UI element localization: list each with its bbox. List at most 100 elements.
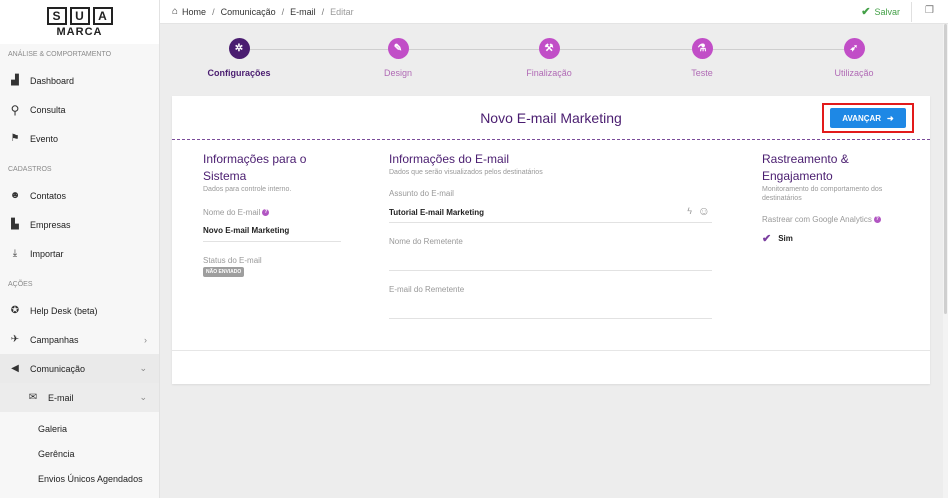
save-button[interactable]: ✔ Salvar xyxy=(861,5,900,18)
section-description: Dados que serão visualizados pelos desti… xyxy=(389,169,543,176)
step-design[interactable]: ✎ Design xyxy=(338,38,458,78)
sender-email-label: E-mail do Remetente xyxy=(389,285,465,294)
divider xyxy=(911,2,912,22)
logo-letter: U xyxy=(69,6,90,25)
sidebar-item-evento[interactable]: ⚑ Evento xyxy=(0,124,159,153)
section-description: Dados para controle interno. xyxy=(203,186,292,193)
logo-letter: S xyxy=(46,6,67,25)
step-finalizacao[interactable]: ⚒ Finalização xyxy=(489,38,609,78)
window-icon[interactable]: ❐ xyxy=(925,5,934,16)
sidebar-item-dashboard[interactable]: ▟ Dashboard xyxy=(0,66,159,95)
rocket-icon: ➶ xyxy=(843,38,865,59)
sender-name-field[interactable] xyxy=(389,246,712,268)
lifebuoy-icon: ✪ xyxy=(10,305,20,316)
search-icon: ⚲ xyxy=(10,102,20,117)
section-rastreamento: Rastreamento & Engajamento Monitoramento… xyxy=(762,151,912,245)
save-label: Salvar xyxy=(874,6,900,17)
sidebar-item-consulta[interactable]: ⚲ Consulta xyxy=(0,95,159,124)
status-label: Status do E-mail xyxy=(203,256,262,265)
breadcrumb-current: Editar xyxy=(330,6,354,17)
field-underline xyxy=(389,318,712,319)
section-title: Informações do E-mail xyxy=(389,152,510,166)
flag-icon: ⚑ xyxy=(10,133,20,144)
ga-toggle[interactable]: ✔ Sim xyxy=(762,232,912,245)
field-label: Nome do E-mail ? xyxy=(203,208,341,217)
check-icon: ✔ xyxy=(762,233,772,245)
step-teste[interactable]: ⚗ Teste xyxy=(642,38,762,78)
breadcrumb-home[interactable]: Home xyxy=(182,7,206,17)
card-footer-divider xyxy=(172,350,930,351)
advance-label: AVANÇAR xyxy=(842,113,882,123)
advance-button[interactable]: AVANÇAR ➜ xyxy=(830,108,906,128)
logo[interactable]: S U A MARCA xyxy=(0,0,159,44)
sidebar-item-campanhas[interactable]: ✈ Campanhas › xyxy=(0,325,159,354)
sidebar-item-label: Galeria xyxy=(38,423,68,434)
step-configuracoes[interactable]: ✲ Configurações xyxy=(179,38,299,78)
sidebar-item-galeria[interactable]: Galeria xyxy=(0,416,159,441)
breadcrumb-email[interactable]: E-mail xyxy=(290,7,316,17)
sidebar-item-envios[interactable]: Envios Únicos Agendados xyxy=(0,466,159,491)
scrollbar-thumb[interactable] xyxy=(944,24,947,314)
smiley-icon[interactable]: ☺ xyxy=(698,204,710,218)
sidebar-item-label: Help Desk (beta) xyxy=(30,305,98,316)
card-title: Novo E-mail Marketing xyxy=(480,109,622,126)
sidebar-item-label: Campanhas xyxy=(30,334,79,345)
highlight-box: AVANÇAR ➜ xyxy=(822,103,914,133)
section-description: Monitoramento do comportamento dos desti… xyxy=(762,186,883,202)
hammer-icon: ⚒ xyxy=(538,38,560,59)
arrow-right-icon: ➜ xyxy=(887,113,894,123)
ga-label: Rastrear com Google Analytics ? xyxy=(762,215,912,224)
step-label: Teste xyxy=(691,68,713,78)
email-card: Novo E-mail Marketing AVANÇAR ➜ Informaç… xyxy=(172,96,930,384)
ga-label-text: Rastrear com Google Analytics xyxy=(762,215,872,224)
sidebar-item-importar[interactable]: ⤓ Importar xyxy=(0,239,159,268)
step-label: Finalização xyxy=(526,68,572,78)
step-utilizacao[interactable]: ➶ Utilização xyxy=(794,38,914,78)
logo-sub: MARCA xyxy=(56,25,103,38)
email-name-field[interactable]: Novo E-mail Marketing xyxy=(203,226,341,235)
step-label: Configurações xyxy=(207,68,271,78)
subject-field[interactable]: Tutorial E-mail Marketing ϟ ☺ xyxy=(389,204,712,219)
chevron-right-icon: › xyxy=(144,334,147,345)
sidebar-item-helpdesk[interactable]: ✪ Help Desk (beta) xyxy=(0,296,159,325)
flask-icon: ⚗ xyxy=(691,38,713,59)
breadcrumb-comunicacao[interactable]: Comunicação xyxy=(221,7,276,17)
field-underline xyxy=(389,270,712,271)
rocket-icon: ✈ xyxy=(10,334,20,345)
field-underline xyxy=(389,222,712,223)
section-title-cadastros: CADASTROS xyxy=(8,166,52,173)
status-badge: NÃO ENVIADO xyxy=(203,267,245,277)
section-title-acoes: AÇÕES xyxy=(8,281,33,288)
help-icon[interactable]: ? xyxy=(262,209,270,216)
sidebar-item-label: Empresas xyxy=(30,219,71,230)
sidebar-item-contatos[interactable]: ☻ Contatos xyxy=(0,181,159,210)
breadcrumb-separator: / xyxy=(321,6,325,17)
sidebar-item-label: Gerência xyxy=(38,448,75,459)
help-icon[interactable]: ? xyxy=(873,216,881,223)
sidebar-item-label: Envios Únicos Agendados xyxy=(38,473,143,484)
sidebar-item-label: Comunicação xyxy=(30,363,86,374)
sidebar-item-comunicacao[interactable]: ◀ Comunicação ⌄ xyxy=(0,354,159,383)
megaphone-icon: ◀ xyxy=(11,363,19,374)
card-header: Novo E-mail Marketing AVANÇAR ➜ xyxy=(172,96,930,140)
sidebar: S U A MARCA ANÁLISE & COMPORTAMENTO ▟ Da… xyxy=(0,0,160,498)
sender-email-field[interactable] xyxy=(389,294,712,316)
sidebar-item-gerencia[interactable]: Gerência xyxy=(0,441,159,466)
sidebar-item-label: Consulta xyxy=(30,104,66,115)
sidebar-item-label: Contatos xyxy=(30,190,67,201)
home-icon[interactable]: ⌂ xyxy=(172,6,178,17)
subject-value: Tutorial E-mail Marketing xyxy=(389,208,484,217)
bolt-icon[interactable]: ϟ xyxy=(687,206,692,216)
scrollbar[interactable] xyxy=(943,24,948,498)
step-label: Utilização xyxy=(834,68,874,78)
sender-name-label: Nome do Remetente xyxy=(389,237,463,246)
envelope-icon: ✉ xyxy=(28,392,38,403)
step-label: Design xyxy=(383,68,412,78)
section-title: Rastreamento & Engajamento xyxy=(762,152,849,183)
chart-icon: ▟ xyxy=(11,75,19,86)
gear-icon: ✲ xyxy=(228,38,250,59)
ga-value: Sim xyxy=(778,234,793,243)
download-icon: ⤓ xyxy=(12,248,18,259)
sidebar-item-empresas[interactable]: ▙ Empresas xyxy=(0,210,159,239)
sidebar-item-email[interactable]: ✉ E-mail ⌄ xyxy=(0,383,159,412)
